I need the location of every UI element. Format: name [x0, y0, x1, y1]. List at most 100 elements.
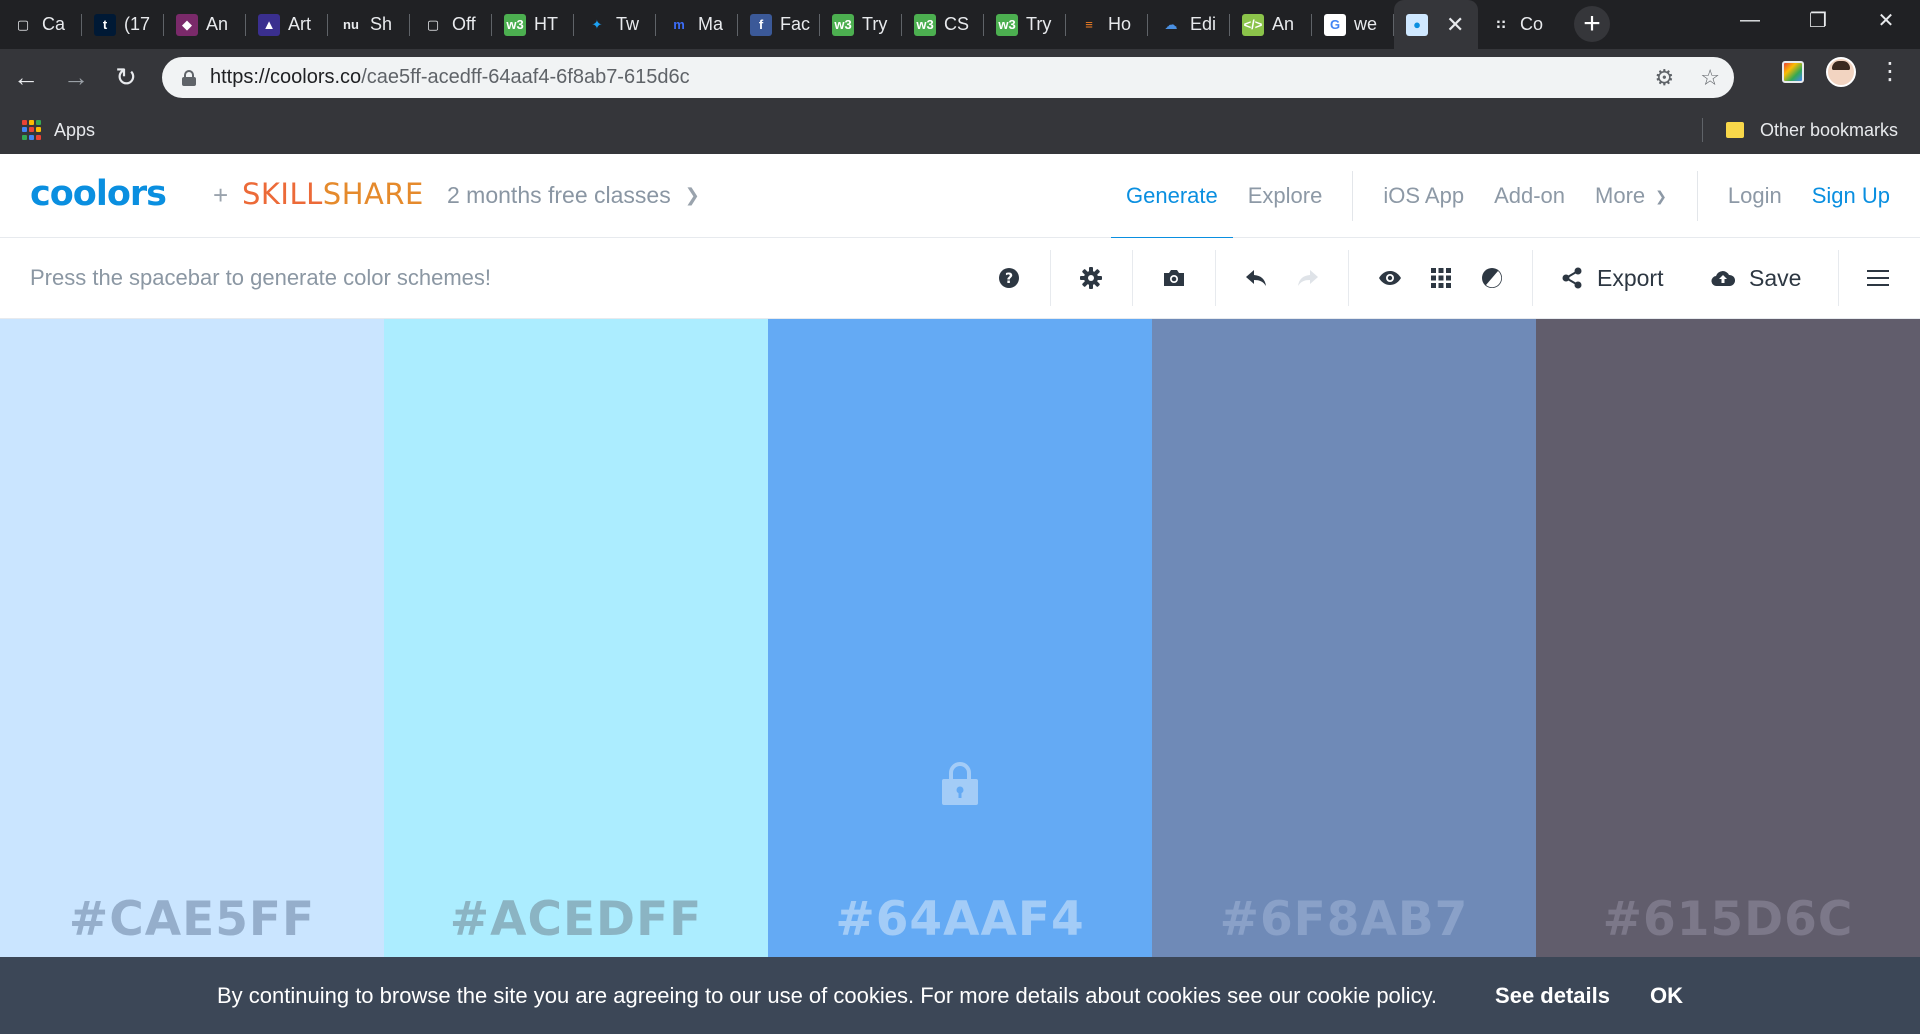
toolbar-divider	[1132, 250, 1133, 306]
cookie-message: By continuing to browse the site you are…	[217, 982, 1438, 1008]
profile-avatar[interactable]	[1826, 57, 1856, 87]
w3schools-icon: w3	[996, 13, 1018, 36]
hex-code-label[interactable]: #615D6C	[1536, 892, 1920, 947]
undo-icon[interactable]	[1234, 256, 1278, 300]
minimize-icon[interactable]: —	[1716, 0, 1784, 40]
settings-gear-icon[interactable]	[1069, 256, 1113, 300]
browser-tab[interactable]: ● ✕	[1394, 0, 1478, 49]
lock-icon[interactable]	[942, 761, 978, 805]
nav-login[interactable]: Login	[1713, 154, 1797, 238]
address-bar[interactable]: https://coolors.co/cae5ff-acedff-64aaf4-…	[162, 57, 1734, 98]
browser-tab[interactable]: m Ma	[656, 0, 738, 49]
promo-text: 2 months free classes	[447, 182, 671, 208]
browser-tab[interactable]: ∷ Co	[1478, 0, 1560, 49]
browser-tab[interactable]: t (17	[82, 0, 164, 49]
lock-icon[interactable]	[182, 69, 196, 86]
m-icon: m	[673, 17, 685, 32]
toolbar-divider	[1215, 250, 1216, 306]
back-icon[interactable]: ←	[2, 58, 50, 98]
help-icon[interactable]: ?	[987, 256, 1031, 300]
see-details-button[interactable]: See details	[1495, 983, 1610, 1009]
coolors-logo[interactable]: coolors	[30, 174, 167, 214]
tab-title: Try	[1026, 14, 1052, 34]
nav-generate[interactable]: Generate	[1111, 154, 1233, 239]
browser-tab[interactable]: Gwe	[1312, 0, 1394, 49]
close-tab-icon[interactable]: ✕	[1446, 13, 1464, 36]
export-button[interactable]: Export	[1561, 256, 1663, 300]
nav-explore[interactable]: Explore	[1233, 154, 1338, 238]
skillshare-logo[interactable]: SKILLSHARE	[242, 177, 424, 211]
nav-addon[interactable]: Add-on	[1479, 154, 1580, 238]
tab-title: HT	[534, 14, 558, 34]
browser-tab[interactable]: w3 Try	[820, 0, 902, 49]
browser-tab[interactable]: w3 Try	[984, 0, 1066, 49]
ok-button[interactable]: OK	[1650, 983, 1683, 1009]
color-swatch[interactable]: #615D6C	[1536, 319, 1920, 957]
restore-icon[interactable]: ❐	[1784, 0, 1852, 40]
promo-link[interactable]: 2 months free classes ❯	[447, 182, 700, 209]
art-icon: ▲	[258, 13, 280, 36]
tab-title: Try	[862, 14, 888, 34]
redo-icon[interactable]	[1286, 256, 1330, 300]
browser-tab[interactable]: </> An	[1230, 0, 1312, 49]
nav-divider	[1696, 171, 1698, 221]
tab-title: Co	[1520, 14, 1544, 34]
nav-divider	[1352, 171, 1354, 221]
tab-title: An	[1272, 14, 1295, 34]
page-icon: ▢	[426, 16, 440, 32]
hex-code-label[interactable]: #ACEDFF	[384, 892, 768, 947]
color-swatch[interactable]: #6F8AB7	[1152, 319, 1536, 957]
tab-title: Ca	[42, 14, 66, 34]
tab-title: Ho	[1108, 14, 1132, 34]
translate-icon[interactable]: ⚙	[1655, 65, 1675, 91]
toolbar-right: ⋮	[1782, 57, 1902, 87]
bookmark-star-icon[interactable]: ☆	[1700, 65, 1720, 91]
browser-tab[interactable]: w3 HT	[492, 0, 574, 49]
view-eye-icon[interactable]	[1368, 256, 1412, 300]
contrast-icon[interactable]	[1470, 256, 1514, 300]
new-tab-button[interactable]: +	[1574, 6, 1610, 42]
forward-icon[interactable]: →	[52, 58, 100, 98]
save-button[interactable]: Save	[1711, 256, 1801, 300]
color-swatch[interactable]: #CAE5FF	[0, 319, 384, 957]
browser-tab[interactable]: ▢ Ca	[0, 0, 82, 49]
twitter-icon: ✦	[591, 16, 603, 32]
hex-code-label[interactable]: #CAE5FF	[0, 892, 384, 947]
nav-more[interactable]: More ❯	[1580, 154, 1682, 238]
main-nav: Generate Explore iOS App Add-on More ❯ Lo…	[1111, 154, 1920, 239]
browser-tab[interactable]: ▢ Off	[410, 0, 492, 49]
close-window-icon[interactable]: ✕	[1852, 0, 1920, 40]
browser-tab[interactable]: ☁ Edi	[1148, 0, 1230, 49]
other-bookmarks[interactable]: Other bookmarks	[1701, 106, 1898, 154]
browser-tab[interactable]: f Fac	[738, 0, 820, 49]
browser-tab[interactable]: ≡ Ho	[1066, 0, 1148, 49]
generator-toolbar: Press the spacebar to generate color sch…	[0, 238, 1920, 319]
reload-icon[interactable]: ↻	[102, 58, 150, 98]
facebook-icon: f	[750, 13, 772, 36]
tab-title: Off	[452, 14, 476, 34]
browser-tab[interactable]: w3 CS	[902, 0, 984, 49]
nu-icon: nu	[343, 17, 359, 32]
color-swatch[interactable]: #ACEDFF	[384, 319, 768, 957]
camera-icon[interactable]	[1152, 256, 1196, 300]
toolbar-divider	[1838, 250, 1839, 306]
w3schools-icon: w3	[832, 13, 854, 36]
browser-tab[interactable]: nu Sh	[328, 0, 410, 49]
nav-ios-app[interactable]: iOS App	[1368, 154, 1479, 238]
tab-title: Fac	[780, 14, 810, 34]
apps-bookmark[interactable]: Apps	[22, 120, 95, 141]
url-text[interactable]: https://coolors.co/cae5ff-acedff-64aaf4-…	[210, 66, 690, 89]
browser-tab[interactable]: ◆ An	[164, 0, 246, 49]
hamburger-menu-icon[interactable]	[1856, 256, 1900, 300]
browser-tab[interactable]: ✦ Tw	[574, 0, 656, 49]
extension-icon[interactable]	[1782, 61, 1804, 83]
menu-kebab-icon[interactable]: ⋮	[1878, 60, 1902, 84]
browser-tab[interactable]: ▲ Art	[246, 0, 328, 49]
grid-icon[interactable]	[1419, 256, 1463, 300]
hex-code-label[interactable]: #6F8AB7	[1152, 892, 1536, 947]
hex-code-label[interactable]: #64AAF4	[768, 892, 1152, 947]
color-swatch[interactable]: #64AAF4	[768, 319, 1152, 957]
page-icon: ▢	[16, 16, 30, 32]
other-bookmarks-label: Other bookmarks	[1759, 119, 1898, 140]
nav-sign-up[interactable]: Sign Up	[1797, 154, 1920, 238]
